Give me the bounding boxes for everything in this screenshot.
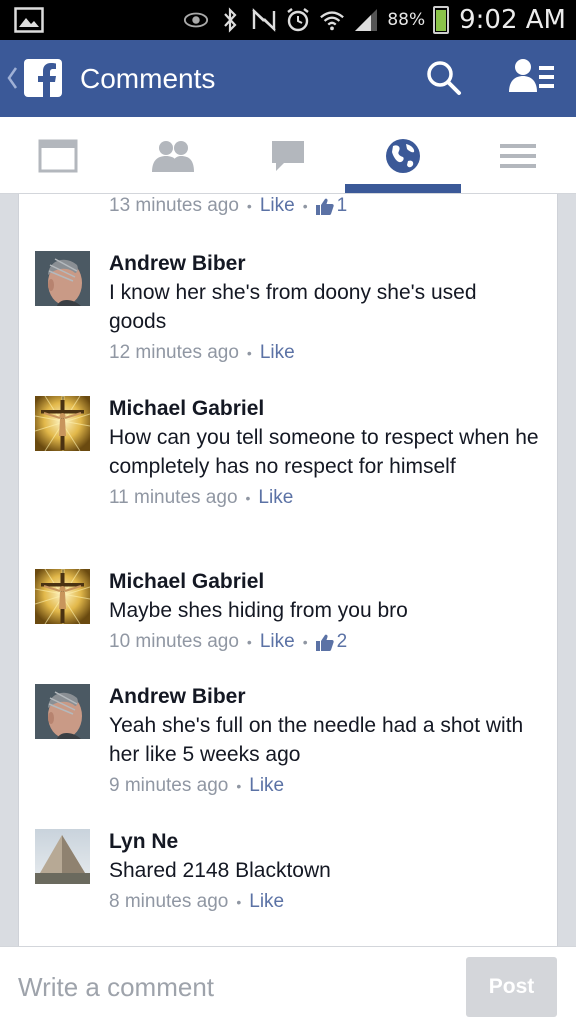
eye-icon [183,7,209,33]
comment-author[interactable]: Andrew Biber [109,684,539,710]
like-link[interactable]: Like [260,629,295,655]
comment-time: 13 minutes ago [109,195,239,216]
tab-notifications[interactable] [345,117,460,194]
clock: 9:02 AM [459,5,566,35]
globe-icon [385,138,420,173]
like-link[interactable]: Like [260,195,295,217]
tab-friends[interactable] [115,117,230,194]
comment-time: 9 minutes ago [109,775,229,796]
menu-icon [499,143,536,168]
bluetooth-icon [217,7,243,33]
news-feed-icon [38,139,77,172]
like-thumb-icon [315,198,334,215]
comment-meta: 8 minutes ago • Like [109,889,539,915]
page-title: Comments [80,63,216,94]
messages-icon [271,140,304,171]
like-link[interactable]: Like [249,889,284,915]
app-header: Comments [0,40,576,117]
comments-feed[interactable]: 13 minutes ago • Like • 1 Andrew Biber I… [18,194,558,946]
comment-time: 11 minutes ago [109,487,238,508]
search-icon[interactable] [424,58,464,98]
gallery-notification-icon [14,7,44,33]
like-count: 2 [336,631,348,652]
comment-meta: 10 minutes ago • Like • 2 [109,629,539,655]
comment-text: Maybe shes hiding from you bro [109,599,408,622]
like-link[interactable]: Like [249,773,284,799]
tab-bar [0,117,576,194]
alarm-icon [285,7,311,33]
comment-time: 12 minutes ago [109,342,239,363]
comment-meta: 12 minutes ago • Like [109,340,539,366]
friend-requests-icon[interactable] [508,56,556,98]
friends-icon [151,140,194,172]
comment-author[interactable]: Lyn Ne [109,829,539,855]
facebook-logo-icon[interactable] [24,59,62,97]
post-button[interactable]: Post [466,957,557,1017]
comment-text: I know her she's from doony she's used g… [109,281,477,333]
like-thumb-icon [315,634,334,651]
signal-icon [353,7,379,33]
like-link[interactable]: Like [258,485,293,511]
top-comment-meta: 13 minutes ago • Like • 1 [109,195,348,217]
active-tab-indicator [345,184,461,193]
avatar[interactable] [35,684,90,739]
comment-text: Shared 2148 Blacktown [109,859,331,882]
tab-news-feed[interactable] [0,117,115,194]
comment-input[interactable] [18,967,438,1007]
avatar[interactable] [35,829,90,884]
avatar[interactable] [35,569,90,624]
tab-messages[interactable] [230,117,345,194]
comment-time: 10 minutes ago [109,631,239,652]
comment-time: 8 minutes ago [109,891,229,912]
comment-author[interactable]: Michael Gabriel [109,569,539,595]
comment-text: How can you tell someone to respect when… [109,426,539,478]
wifi-icon [319,7,345,33]
nfc-icon [251,7,277,33]
battery-icon [433,6,450,34]
avatar[interactable] [35,251,90,306]
tab-more[interactable] [460,117,575,194]
battery-percent: 88% [387,10,426,30]
back-chevron-icon[interactable] [6,66,18,95]
comment-composer: Post [0,946,576,1024]
comment-meta: 11 minutes ago • Like [109,485,539,511]
comment-author[interactable]: Andrew Biber [109,251,539,277]
comment-text: Yeah she's full on the needle had a shot… [109,714,524,766]
comment-meta: 9 minutes ago • Like [109,773,539,799]
avatar[interactable] [35,396,90,451]
status-bar: 88% 9:02 AM [0,0,576,40]
comment-author[interactable]: Michael Gabriel [109,396,539,422]
like-count: 1 [336,195,348,216]
like-link[interactable]: Like [260,340,295,366]
